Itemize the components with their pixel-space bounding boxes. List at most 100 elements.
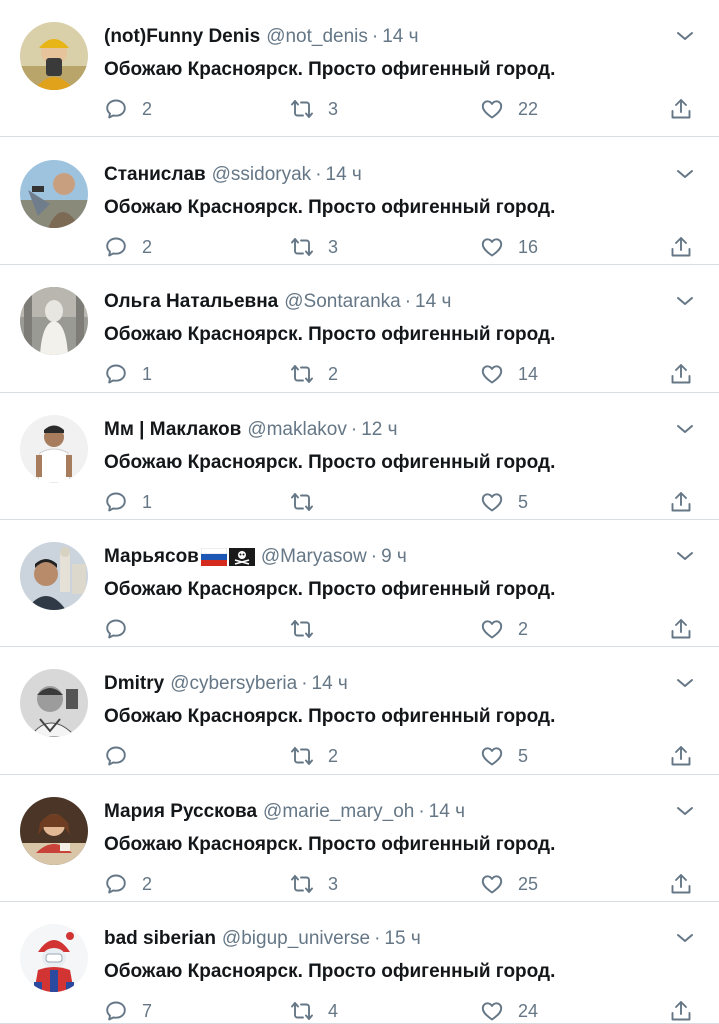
person-white-shirt-avatar[interactable] <box>20 415 88 483</box>
share-button[interactable] <box>669 997 693 1024</box>
heart-icon <box>481 747 503 766</box>
like-button[interactable]: 5 <box>480 488 528 516</box>
like-button[interactable]: 14 <box>480 360 538 388</box>
person-bw-avatar[interactable] <box>20 669 88 737</box>
share-button[interactable] <box>669 742 693 770</box>
share-button[interactable] <box>669 95 693 123</box>
tweet[interactable]: bad siberian @bigup_universe · 15 ч Обожаю … <box>0 902 719 1024</box>
tweet[interactable]: Мария Русскова @marie_mary_oh · 14 ч Обожаю… <box>0 775 719 902</box>
share-upload-icon <box>671 492 691 512</box>
like-button[interactable]: 25 <box>480 870 538 898</box>
like-button[interactable]: 24 <box>480 997 538 1024</box>
tweet-header: Марьясов @Maryasow · 9 ч <box>104 544 659 570</box>
heart-icon <box>481 1002 503 1021</box>
tweet[interactable]: Марьясов @Maryasow · 9 ч Обожаю Красноярск.… <box>0 520 719 647</box>
person-cafe-avatar[interactable] <box>20 797 88 865</box>
person-outdoor-avatar[interactable] <box>20 160 88 228</box>
retweet-button[interactable]: 4 <box>290 997 338 1024</box>
author-handle[interactable]: @Maryasow <box>261 546 367 567</box>
tweet-header: (not)Funny Denis @not_denis · 14 ч <box>104 24 659 50</box>
tweet-timestamp[interactable]: 15 ч <box>384 928 420 949</box>
reply-button[interactable] <box>104 615 142 643</box>
retweet-button[interactable] <box>290 488 328 516</box>
author-handle[interactable]: @maklakov <box>247 419 347 440</box>
russia-flag-icon <box>200 547 228 566</box>
speech-bubble-icon <box>106 492 126 512</box>
speech-bubble-icon <box>106 1001 126 1021</box>
tweet-actions: 1 2 14 <box>104 360 704 388</box>
person-yellow-hat-avatar[interactable] <box>20 22 88 90</box>
chevron-down-icon[interactable] <box>675 26 695 46</box>
author-handle[interactable]: @not_denis <box>266 26 368 47</box>
tweet-timestamp[interactable]: 14 ч <box>429 801 465 822</box>
share-upload-icon <box>671 619 691 639</box>
tweet-timestamp[interactable]: 12 ч <box>361 419 397 440</box>
tweet-timestamp[interactable]: 14 ч <box>326 164 362 185</box>
share-button[interactable] <box>669 488 693 516</box>
author-name[interactable]: Dmitry <box>104 673 164 694</box>
chevron-down-icon[interactable] <box>675 164 695 184</box>
chevron-down-icon[interactable] <box>675 928 695 948</box>
retweet-button[interactable]: 3 <box>290 95 338 123</box>
like-count: 25 <box>518 873 539 894</box>
author-name[interactable]: Мария Русскова <box>104 801 257 822</box>
separator-dot: · <box>370 546 378 568</box>
reply-button[interactable]: 2 <box>104 870 152 898</box>
like-button[interactable]: 5 <box>480 742 528 770</box>
chevron-down-icon[interactable] <box>675 546 695 566</box>
reply-button[interactable]: 1 <box>104 360 152 388</box>
tweet-timestamp[interactable]: 14 ч <box>415 291 451 312</box>
tweet[interactable]: Мм | Маклаков @maklakov · 12 ч Обожаю Красн… <box>0 393 719 520</box>
tweet-timestamp[interactable]: 9 ч <box>381 546 407 567</box>
reply-button[interactable]: 2 <box>104 95 152 123</box>
retweet-button[interactable]: 2 <box>290 360 338 388</box>
like-count: 14 <box>518 363 539 384</box>
like-count: 22 <box>518 98 539 119</box>
chevron-down-icon[interactable] <box>675 673 695 693</box>
share-button[interactable] <box>669 870 693 898</box>
reply-button[interactable]: 2 <box>104 233 152 261</box>
retweet-button[interactable]: 3 <box>290 870 338 898</box>
share-button[interactable] <box>669 233 693 261</box>
retweet-arrows-icon <box>291 620 313 638</box>
author-name[interactable]: Станислав <box>104 164 206 185</box>
retweet-button[interactable] <box>290 615 328 643</box>
like-button[interactable]: 16 <box>480 233 538 261</box>
chevron-down-icon[interactable] <box>675 291 695 311</box>
share-button[interactable] <box>669 360 693 388</box>
retweet-button[interactable]: 2 <box>290 742 338 770</box>
author-name[interactable]: Мм | Маклаков <box>104 419 241 440</box>
share-button[interactable] <box>669 615 693 643</box>
tweet-text: Обожаю Красноярск. Просто офигенный горо… <box>104 324 556 345</box>
author-handle[interactable]: @Sontaranka <box>284 291 400 312</box>
author-name[interactable]: (not)Funny Denis <box>104 26 260 47</box>
chevron-down-icon[interactable] <box>675 801 695 821</box>
reply-button[interactable] <box>104 742 142 770</box>
author-name[interactable]: bad siberian <box>104 928 216 949</box>
tweet-timestamp[interactable]: 14 ч <box>382 26 418 47</box>
like-button[interactable]: 2 <box>480 615 528 643</box>
author-name[interactable]: Ольга Натальевна <box>104 291 278 312</box>
reply-button[interactable]: 1 <box>104 488 152 516</box>
retweet-count: 3 <box>328 236 339 257</box>
tweet[interactable]: Ольга Натальевна @Sontaranka · 14 ч Обожаю … <box>0 265 719 393</box>
reply-button[interactable]: 7 <box>104 997 152 1024</box>
retweet-button[interactable]: 3 <box>290 233 338 261</box>
masked-cartoon-avatar[interactable] <box>20 924 88 992</box>
author-handle[interactable]: @cybersyberia <box>170 673 297 694</box>
tweet[interactable]: (not)Funny Denis @not_denis · 14 ч Обожаю К… <box>0 0 719 137</box>
chevron-down-icon[interactable] <box>675 419 695 439</box>
statue-avatar[interactable] <box>20 287 88 355</box>
author-handle[interactable]: @ssidoryak <box>212 164 312 185</box>
tweet-timestamp[interactable]: 14 ч <box>312 673 348 694</box>
like-button[interactable]: 22 <box>480 95 538 123</box>
author-handle[interactable]: @bigup_universe <box>222 928 370 949</box>
tweet[interactable]: Станислав @ssidoryak · 14 ч Обожаю Краснояр… <box>0 138 719 265</box>
tweet-actions: 7 4 24 <box>104 997 704 1024</box>
author-name[interactable]: Марьясов <box>104 546 199 567</box>
speech-bubble-icon <box>106 619 126 639</box>
person-city-avatar[interactable] <box>20 542 88 610</box>
author-handle[interactable]: @marie_mary_oh <box>263 801 414 822</box>
like-count: 24 <box>518 1000 539 1021</box>
tweet[interactable]: Dmitry @cybersyberia · 14 ч Обожаю Краснояр… <box>0 647 719 775</box>
